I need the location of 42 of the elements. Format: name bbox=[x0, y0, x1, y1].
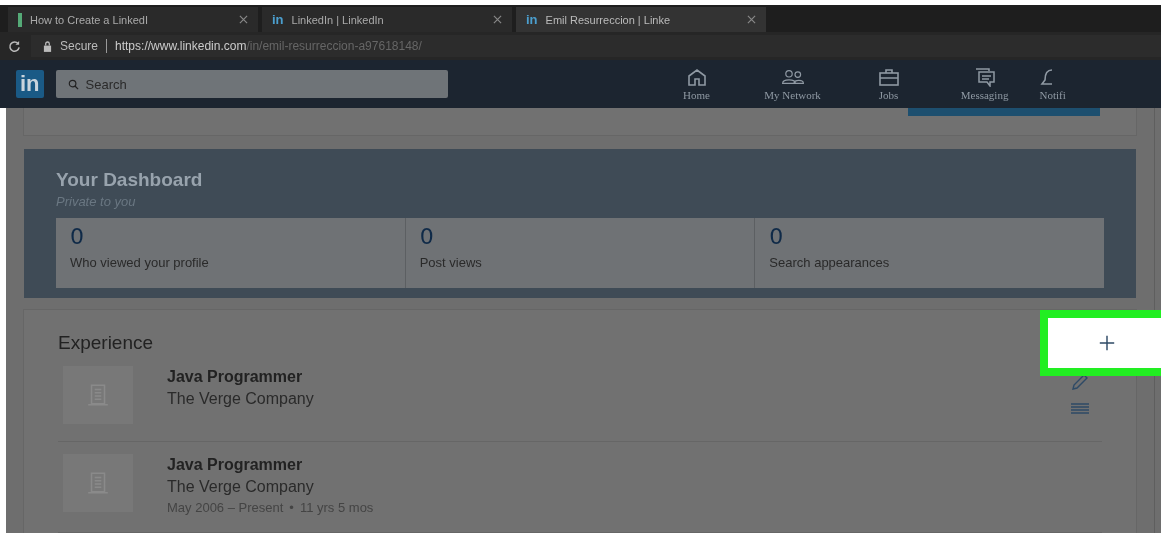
tab-title: Emil Resurreccion | Linke bbox=[545, 13, 672, 26]
dashboard-title: Your Dashboard bbox=[56, 168, 204, 191]
browser-tab[interactable]: in LinkedIn | LinkedIn bbox=[262, 7, 512, 32]
browser-tab[interactable]: How to Create a LinkedI bbox=[8, 7, 258, 32]
stat-label: Search appearances bbox=[769, 254, 891, 270]
stat-tile[interactable]: 0 Post views bbox=[405, 217, 756, 288]
job-title[interactable]: Java Programmer bbox=[167, 456, 1102, 474]
company-name: The Verge Company bbox=[167, 390, 315, 408]
lock-icon bbox=[43, 40, 52, 52]
close-icon[interactable] bbox=[493, 15, 502, 24]
search-icon bbox=[67, 79, 79, 90]
nav-item[interactable]: Notifi bbox=[1039, 67, 1074, 101]
nav-item[interactable]: Home bbox=[655, 67, 738, 101]
separator-dot: • bbox=[289, 500, 294, 515]
search-field[interactable]: Search bbox=[55, 70, 448, 98]
stat-value: 0 bbox=[419, 223, 435, 249]
url-text[interactable]: https://www.linkedin.com/in/emil-resurreccion-a97618148/ bbox=[115, 39, 422, 53]
people-icon bbox=[780, 67, 805, 87]
tab-favicon: in bbox=[526, 12, 538, 27]
section-title: Experience bbox=[58, 332, 155, 354]
briefcase-icon bbox=[876, 67, 901, 87]
nav-item[interactable]: My Network bbox=[751, 67, 834, 101]
close-icon[interactable] bbox=[747, 15, 756, 24]
secure-label: Secure bbox=[60, 39, 99, 53]
reload-icon[interactable] bbox=[8, 39, 21, 53]
close-icon[interactable] bbox=[239, 15, 248, 24]
tab-favicon: in bbox=[272, 12, 284, 27]
company-name: The Verge Company bbox=[167, 478, 315, 496]
nav-item[interactable]: Jobs bbox=[847, 67, 930, 101]
tab-title: LinkedIn | LinkedIn bbox=[291, 13, 385, 26]
stat-label: Post views bbox=[419, 254, 483, 270]
plus-icon bbox=[1098, 334, 1116, 352]
stat-value: 0 bbox=[769, 223, 785, 249]
stat-tile[interactable]: 0 Who viewed your profile bbox=[56, 217, 406, 288]
job-title[interactable]: Java Programmer bbox=[167, 368, 1036, 386]
stat-value: 0 bbox=[70, 223, 85, 249]
tab-title: How to Create a LinkedI bbox=[30, 13, 149, 26]
browser-tab[interactable]: in Emil Resurreccion | Linke bbox=[516, 7, 766, 32]
nav-item[interactable]: Messaging bbox=[943, 67, 1026, 101]
stat-label: Who viewed your profile bbox=[70, 254, 210, 270]
stat-tile[interactable]: 0 Search appearances bbox=[755, 217, 1104, 288]
linkedin-logo[interactable]: in bbox=[16, 70, 44, 98]
